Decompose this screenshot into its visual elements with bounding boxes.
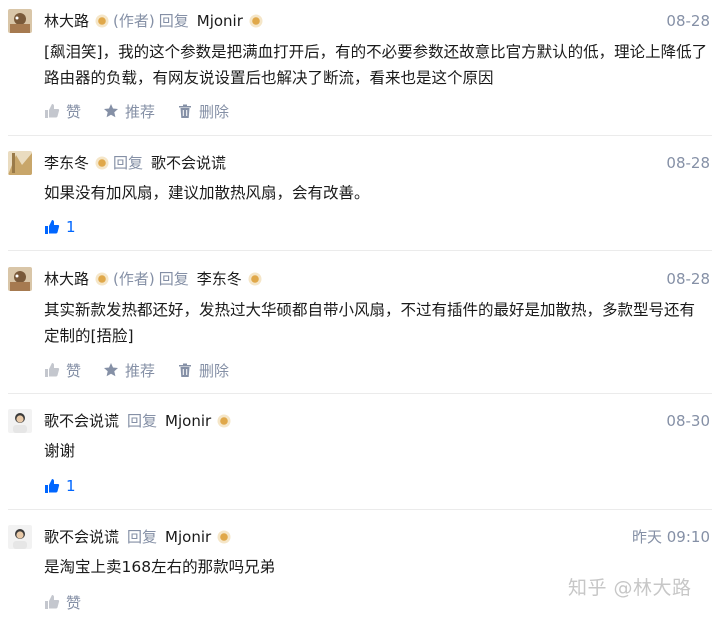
thumbs-up-icon bbox=[45, 479, 60, 493]
divider bbox=[8, 509, 712, 510]
comment-header: 李东冬 回复 歌不会说谎 08-28 bbox=[8, 148, 712, 175]
author-role: (作者) bbox=[113, 270, 155, 288]
like-button[interactable]: 赞 bbox=[44, 592, 81, 613]
badge-icon bbox=[248, 272, 262, 286]
reply-target-name[interactable]: Mjonir bbox=[165, 525, 211, 549]
comment-actions: 赞 推荐 删除 bbox=[44, 100, 251, 122]
badge-icon bbox=[217, 530, 231, 544]
divider bbox=[8, 135, 712, 136]
author-name[interactable]: 歌不会说谎 bbox=[44, 525, 119, 549]
comment-meta: 歌不会说谎 回复 Mjonir bbox=[44, 525, 231, 549]
comment-meta: 林大路 (作者) 回复 Mjonir bbox=[44, 9, 263, 33]
like-button[interactable]: 赞 bbox=[44, 360, 81, 381]
thumbs-up-icon bbox=[45, 104, 60, 118]
badge-icon bbox=[95, 14, 109, 28]
avatar[interactable] bbox=[8, 151, 32, 175]
comment-item: 李东冬 回复 歌不会说谎 08-28 如果没有加风扇，建议加散热风扇，会有改善。… bbox=[8, 148, 712, 242]
comment-date: 08-28 bbox=[666, 270, 710, 288]
recommend-label: 推荐 bbox=[125, 102, 156, 121]
badge-icon bbox=[217, 414, 231, 428]
reply-label: 回复 bbox=[158, 12, 189, 30]
reply-label: 回复 bbox=[158, 270, 189, 288]
comment-date: 昨天 09:10 bbox=[632, 528, 710, 546]
avatar[interactable] bbox=[8, 525, 32, 549]
trash-icon bbox=[179, 104, 192, 118]
delete-button[interactable]: 删除 bbox=[177, 360, 229, 381]
reply-label: 回复 bbox=[127, 528, 158, 546]
star-icon bbox=[104, 104, 119, 118]
author-name[interactable]: 歌不会说谎 bbox=[44, 409, 119, 433]
comment-meta: 林大路 (作者) 回复 李东冬 bbox=[44, 267, 262, 291]
star-icon bbox=[104, 363, 119, 377]
comment-date: 08-28 bbox=[666, 154, 710, 172]
like-button[interactable]: 1 bbox=[44, 477, 76, 495]
comment-item: 歌不会说谎 回复 Mjonir 08-30 谢谢 1 bbox=[8, 406, 712, 500]
comment-actions: 1 bbox=[44, 475, 98, 497]
divider bbox=[8, 393, 712, 394]
like-button[interactable]: 1 bbox=[44, 218, 76, 236]
divider bbox=[8, 250, 712, 251]
comment-item: 林大路 (作者) 回复 Mjonir 08-28 [飙泪笑]，我的这个参数是把满… bbox=[8, 6, 712, 126]
like-label: 赞 bbox=[66, 361, 82, 380]
comment-header: 林大路 (作者) 回复 李东冬 08-28 bbox=[8, 264, 712, 291]
comment-actions: 赞 bbox=[44, 591, 103, 613]
comment-item: 林大路 (作者) 回复 李东冬 08-28 其实新款发热都还好，发热过大华硕都自… bbox=[8, 264, 712, 384]
author-role: (作者) bbox=[113, 12, 155, 30]
comment-header: 歌不会说谎 回复 Mjonir 昨天 09:10 bbox=[8, 522, 712, 549]
reply-target-name[interactable]: Mjonir bbox=[197, 9, 243, 33]
thumbs-up-icon bbox=[45, 220, 60, 234]
comment-date: 08-30 bbox=[666, 412, 710, 430]
avatar[interactable] bbox=[8, 409, 32, 433]
comment-list: 林大路 (作者) 回复 Mjonir 08-28 [飙泪笑]，我的这个参数是把满… bbox=[0, 0, 720, 617]
comment-text: 谢谢 bbox=[44, 442, 76, 460]
badge-icon bbox=[95, 272, 109, 286]
author-name[interactable]: 林大路 bbox=[44, 267, 89, 291]
reply-label: 回复 bbox=[127, 412, 158, 430]
badge-icon bbox=[249, 14, 263, 28]
reply-target-name[interactable]: 歌不会说谎 bbox=[151, 151, 226, 175]
avatar[interactable] bbox=[8, 9, 32, 33]
comment-date: 08-28 bbox=[666, 12, 710, 30]
comment-text: [飙泪笑]，我的这个参数是把满血打开后，有的不必要参数还故意比官方默认的低，理论… bbox=[44, 43, 708, 87]
comment-header: 林大路 (作者) 回复 Mjonir 08-28 bbox=[8, 6, 712, 33]
avatar[interactable] bbox=[8, 267, 32, 291]
reply-target-name[interactable]: 李东冬 bbox=[197, 267, 242, 291]
like-count: 1 bbox=[66, 477, 76, 495]
reply-label: 回复 bbox=[113, 154, 144, 172]
author-name[interactable]: 李东冬 bbox=[44, 151, 89, 175]
thumbs-up-icon bbox=[45, 595, 60, 609]
like-count: 1 bbox=[66, 218, 76, 236]
reply-target-name[interactable]: Mjonir bbox=[165, 409, 211, 433]
comment-meta: 歌不会说谎 回复 Mjonir bbox=[44, 409, 231, 433]
comment-actions: 1 bbox=[44, 216, 98, 238]
comment-actions: 赞 推荐 删除 bbox=[44, 359, 251, 381]
comment-text: 其实新款发热都还好，发热过大华硕都自带小风扇，不过有插件的最好是加散热，多款型号… bbox=[44, 301, 696, 345]
recommend-button[interactable]: 推荐 bbox=[103, 360, 155, 381]
recommend-label: 推荐 bbox=[125, 361, 156, 380]
delete-label: 删除 bbox=[199, 102, 230, 121]
like-label: 赞 bbox=[66, 593, 82, 612]
badge-icon bbox=[95, 156, 109, 170]
like-label: 赞 bbox=[66, 102, 82, 121]
comment-meta: 李东冬 回复 歌不会说谎 bbox=[44, 151, 226, 175]
watermark-text: 知乎 @林大路 bbox=[568, 577, 692, 599]
recommend-button[interactable]: 推荐 bbox=[103, 101, 155, 122]
delete-button[interactable]: 删除 bbox=[177, 101, 229, 122]
trash-icon bbox=[179, 363, 192, 377]
author-name[interactable]: 林大路 bbox=[44, 9, 89, 33]
comment-text: 如果没有加风扇，建议加散热风扇，会有改善。 bbox=[44, 184, 370, 202]
thumbs-up-icon bbox=[45, 363, 60, 377]
delete-label: 删除 bbox=[199, 361, 230, 380]
like-button[interactable]: 赞 bbox=[44, 101, 81, 122]
comment-header: 歌不会说谎 回复 Mjonir 08-30 bbox=[8, 406, 712, 433]
